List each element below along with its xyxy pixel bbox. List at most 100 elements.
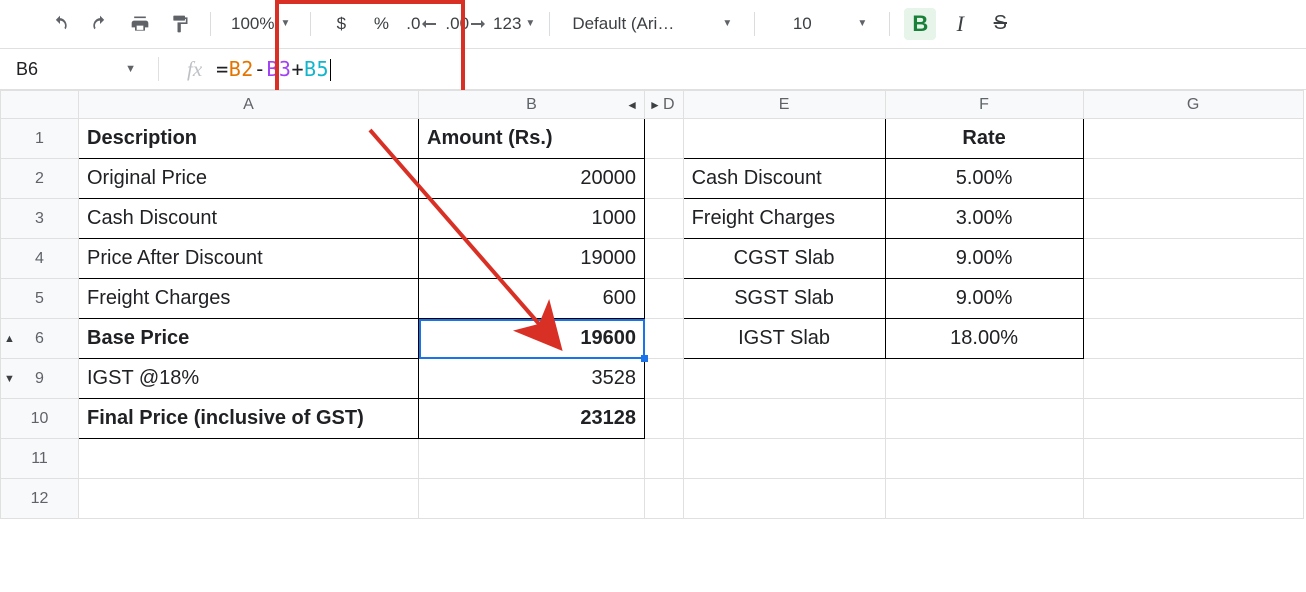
cell-F3[interactable]: 3.00% <box>885 199 1083 239</box>
cell-B5[interactable]: 600 <box>419 279 645 319</box>
cell-B11[interactable] <box>419 439 645 479</box>
cell-G3[interactable] <box>1083 199 1303 239</box>
cell-value: 19600 <box>580 327 636 349</box>
column-header-G[interactable]: G <box>1083 91 1303 119</box>
cell-F10[interactable] <box>885 399 1083 439</box>
cell-value: Cash Discount <box>87 207 217 229</box>
row-header-3[interactable]: 3 <box>1 199 79 239</box>
cell-E6[interactable]: IGST Slab <box>683 319 885 359</box>
cell-F2[interactable]: 5.00% <box>885 159 1083 199</box>
cell-E5[interactable]: SGST Slab <box>683 279 885 319</box>
italic-button[interactable]: I <box>944 8 976 40</box>
strikethrough-button[interactable]: S <box>984 8 1016 40</box>
cell-G4[interactable] <box>1083 239 1303 279</box>
cell-F9[interactable] <box>885 359 1083 399</box>
row-header-6[interactable]: ▲6 <box>1 319 79 359</box>
cell-D9[interactable] <box>645 359 684 399</box>
cell-A2[interactable]: Original Price <box>79 159 419 199</box>
print-button[interactable] <box>124 8 156 40</box>
cell-G2[interactable] <box>1083 159 1303 199</box>
row-header-9[interactable]: ▼9 <box>1 359 79 399</box>
cell-E12[interactable] <box>683 479 885 519</box>
cell-G9[interactable] <box>1083 359 1303 399</box>
cell-F12[interactable] <box>885 479 1083 519</box>
cell-E3[interactable]: Freight Charges <box>683 199 885 239</box>
row-header-2[interactable]: 2 <box>1 159 79 199</box>
cell-A11[interactable] <box>79 439 419 479</box>
cell-A3[interactable]: Cash Discount <box>79 199 419 239</box>
percent-label: % <box>374 14 389 34</box>
cell-A10[interactable]: Final Price (inclusive of GST) <box>79 399 419 439</box>
cell-B10[interactable]: 23128 <box>419 399 645 439</box>
decrease-decimal-button[interactable]: .0 <box>405 8 437 40</box>
cell-D5[interactable] <box>645 279 684 319</box>
row-header-1[interactable]: 1 <box>1 119 79 159</box>
redo-button[interactable] <box>84 8 116 40</box>
cell-B6[interactable]: 19600 <box>419 319 645 359</box>
cell-B2[interactable]: 20000 <box>419 159 645 199</box>
cell-A9[interactable]: IGST @18% <box>79 359 419 399</box>
row-header-5[interactable]: 5 <box>1 279 79 319</box>
cell-D6[interactable] <box>645 319 684 359</box>
cell-B9[interactable]: 3528 <box>419 359 645 399</box>
cell-B1[interactable]: Amount (Rs.) <box>419 119 645 159</box>
row-header-11[interactable]: 11 <box>1 439 79 479</box>
formula-input[interactable]: =B2-B3+B5 <box>216 57 331 82</box>
cell-G6[interactable] <box>1083 319 1303 359</box>
token-ref-b5: B5 <box>304 57 329 81</box>
cell-D4[interactable] <box>645 239 684 279</box>
zoom-dropdown[interactable]: 100% ▼ <box>225 14 296 34</box>
cell-E9[interactable] <box>683 359 885 399</box>
separator <box>310 12 311 36</box>
cell-F1[interactable]: Rate <box>885 119 1083 159</box>
cell-D1[interactable] <box>645 119 684 159</box>
cell-D10[interactable] <box>645 399 684 439</box>
more-formats-dropdown[interactable]: 123 ▼ <box>493 8 535 40</box>
row-header-10[interactable]: 10 <box>1 399 79 439</box>
cell-G1[interactable] <box>1083 119 1303 159</box>
cell-G5[interactable] <box>1083 279 1303 319</box>
cell-A1[interactable]: Description <box>79 119 419 159</box>
cell-F4[interactable]: 9.00% <box>885 239 1083 279</box>
column-header-D[interactable]: ►D <box>645 91 684 119</box>
column-header-F[interactable]: F <box>885 91 1083 119</box>
increase-decimal-button[interactable]: .00 <box>445 8 485 40</box>
select-all-corner[interactable] <box>1 91 79 119</box>
selection-handle[interactable] <box>641 355 648 362</box>
font-family-dropdown[interactable]: Default (Ari… ▼ <box>564 8 740 40</box>
cell-E11[interactable] <box>683 439 885 479</box>
cell-F6[interactable]: 18.00% <box>885 319 1083 359</box>
column-header-E[interactable]: E <box>683 91 885 119</box>
cell-E4[interactable]: CGST Slab <box>683 239 885 279</box>
cell-D11[interactable] <box>645 439 684 479</box>
cell-B12[interactable] <box>419 479 645 519</box>
cell-G11[interactable] <box>1083 439 1303 479</box>
column-header-B[interactable]: B◄ <box>419 91 645 119</box>
name-box[interactable]: B6 ▼ <box>8 53 144 85</box>
cell-G10[interactable] <box>1083 399 1303 439</box>
font-size-dropdown[interactable]: 10 ▼ <box>769 8 875 40</box>
cell-E1[interactable] <box>683 119 885 159</box>
cell-B4[interactable]: 19000 <box>419 239 645 279</box>
cell-G12[interactable] <box>1083 479 1303 519</box>
percent-button[interactable]: % <box>365 8 397 40</box>
row-header-4[interactable]: 4 <box>1 239 79 279</box>
cell-D12[interactable] <box>645 479 684 519</box>
undo-button[interactable] <box>44 8 76 40</box>
cell-A6[interactable]: Base Price <box>79 319 419 359</box>
cell-E2[interactable]: Cash Discount <box>683 159 885 199</box>
cell-D2[interactable] <box>645 159 684 199</box>
bold-button[interactable]: B <box>904 8 936 40</box>
column-header-A[interactable]: A <box>79 91 419 119</box>
cell-D3[interactable] <box>645 199 684 239</box>
paint-format-button[interactable] <box>164 8 196 40</box>
cell-A4[interactable]: Price After Discount <box>79 239 419 279</box>
cell-B3[interactable]: 1000 <box>419 199 645 239</box>
cell-A12[interactable] <box>79 479 419 519</box>
cell-F11[interactable] <box>885 439 1083 479</box>
cell-F5[interactable]: 9.00% <box>885 279 1083 319</box>
cell-E10[interactable] <box>683 399 885 439</box>
row-header-12[interactable]: 12 <box>1 479 79 519</box>
cell-A5[interactable]: Freight Charges <box>79 279 419 319</box>
currency-button[interactable]: $ <box>325 8 357 40</box>
